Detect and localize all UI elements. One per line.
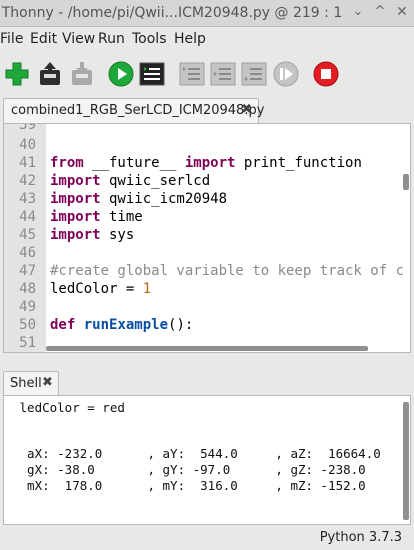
status-bar: Python 3.7.3	[0, 526, 414, 550]
line-number: 43	[19, 191, 36, 207]
shell-line: ledColor = red	[12, 400, 125, 415]
debug-icon	[139, 62, 165, 86]
tab-label: combined1_RGB_SerLCD_ICM20948.py	[11, 103, 265, 118]
editor-vertical-scrollbar[interactable]	[403, 126, 409, 348]
line-number: 40	[19, 137, 36, 153]
line-number: 51	[19, 335, 36, 351]
debug-button[interactable]	[139, 61, 165, 87]
code-line: import qwiic_serlcd	[50, 173, 211, 189]
line-number: 50	[19, 317, 36, 333]
menu-edit[interactable]: Edit	[30, 31, 57, 47]
menu-view[interactable]: View	[62, 31, 95, 47]
code-line: import time	[50, 209, 143, 225]
line-number: 47	[19, 263, 36, 279]
shell-line: aX: -232.0 , aY: 544.0 , aZ: 16664.0	[12, 446, 381, 461]
menu-run[interactable]: Run	[98, 31, 125, 47]
code-line: ledColor = 1	[50, 281, 152, 297]
toolbar	[0, 51, 414, 97]
line-number: 42	[19, 173, 36, 189]
menu-file[interactable]: File	[0, 31, 23, 47]
editor-hscroll-thumb[interactable]	[46, 346, 368, 351]
tab-editor-file[interactable]: combined1_RGB_SerLCD_ICM20948.py ✖	[3, 98, 264, 124]
line-number: 44	[19, 209, 36, 225]
line-number: 49	[19, 299, 36, 315]
run-button[interactable]	[108, 61, 134, 87]
code-line: def runExample():	[50, 317, 194, 333]
step-into-icon	[210, 62, 236, 86]
editor-tab-strip: combined1_RGB_SerLCD_ICM20948.py ✖	[0, 97, 414, 124]
code-line: from __future__ import print_function	[50, 155, 362, 171]
editor-horizontal-scrollbar[interactable]	[46, 346, 404, 352]
open-file-button[interactable]	[37, 61, 63, 87]
shell-line: gX: -38.0 , gY: -97.0 , gZ: -238.0	[12, 462, 366, 477]
shell-line: mX: 178.0 , mY: 316.0 , mZ: -152.0	[12, 478, 366, 493]
stop-icon	[313, 61, 339, 87]
code-line: import sys	[50, 227, 135, 243]
open-file-icon	[40, 62, 60, 85]
interpreter-label[interactable]: Python 3.7.3	[320, 530, 402, 545]
code-editor[interactable]: 39 " 40 41 from __future__ import print_…	[3, 123, 411, 353]
line-number: 45	[19, 227, 36, 243]
close-shell-tab-icon[interactable]: ✖	[42, 375, 53, 390]
pane-divider[interactable]	[0, 353, 414, 369]
line-number: 39	[19, 123, 36, 133]
step-out-button[interactable]	[241, 61, 267, 87]
save-icon	[72, 62, 92, 85]
step-over-icon	[179, 62, 205, 86]
close-window-button[interactable]: ✕	[394, 4, 410, 20]
shell-scroll-thumb[interactable]	[403, 402, 409, 520]
menu-help[interactable]: Help	[174, 31, 206, 47]
menu-tools[interactable]: Tools	[132, 31, 167, 47]
step-over-button[interactable]	[179, 61, 205, 87]
tab-shell[interactable]: Shell ✖	[3, 371, 59, 396]
play-icon	[108, 61, 134, 87]
shell-vertical-scrollbar[interactable]	[403, 402, 409, 520]
window-title: Thonny - /home/pi/Qwii...ICM20948.py @ 2…	[1, 5, 343, 21]
line-number: 48	[19, 281, 36, 297]
step-out-icon	[241, 62, 267, 86]
close-tab-icon[interactable]: ✖	[241, 102, 252, 117]
minimize-button[interactable]: ⌄	[350, 4, 366, 20]
shell-tab-label: Shell	[10, 376, 42, 391]
title-bar: Thonny - /home/pi/Qwii...ICM20948.py @ 2…	[0, 0, 414, 27]
shell-output[interactable]: ledColor = red aX: -232.0 , aY: 544.0 , …	[3, 395, 411, 525]
step-into-button[interactable]	[210, 61, 236, 87]
code-line: #create global variable to keep track of…	[50, 263, 405, 279]
save-file-button[interactable]	[69, 61, 95, 87]
line-number: 41	[19, 155, 36, 171]
new-file-button[interactable]	[4, 61, 30, 87]
line-number: 46	[19, 245, 36, 261]
editor-scroll-thumb[interactable]	[403, 174, 409, 190]
maximize-button[interactable]: ^	[372, 4, 388, 20]
resume-button[interactable]	[273, 61, 299, 87]
resume-icon	[273, 61, 299, 87]
menu-bar: File Edit View Run Tools Help	[0, 27, 414, 51]
stop-button[interactable]	[313, 61, 339, 87]
code-line: import qwiic_icm20948	[50, 191, 228, 207]
code-line: "	[50, 123, 59, 133]
shell-tab-strip: Shell ✖	[0, 369, 414, 396]
plus-icon	[5, 62, 29, 86]
